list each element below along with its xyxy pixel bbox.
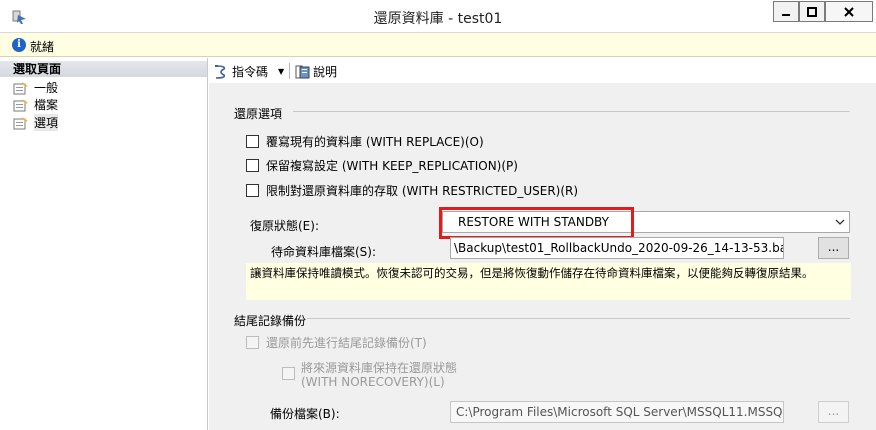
help-label: 說明 (313, 65, 338, 79)
option-label: 覆寫現有的資料庫 (WITH REPLACE)(O) (266, 135, 484, 149)
norecovery-checkbox[interactable] (282, 367, 295, 380)
highlight-annotation (439, 207, 634, 239)
sidebar-item-general[interactable]: 一般 (13, 79, 58, 96)
close-icon (844, 6, 854, 17)
sidebar-header: 選取頁面 (0, 61, 207, 77)
option-label: 保留複寫設定 (WITH KEEP_REPLICATION)(P) (266, 159, 518, 173)
page-selector: 選取頁面 一般 檔案 選項 (0, 58, 208, 430)
keep-replication-checkbox[interactable] (246, 159, 259, 172)
toolbar: 指令碼 ▼ 說明 (209, 58, 876, 83)
title-bar: 還原資料庫 - test01 (0, 0, 876, 33)
minimize-icon (782, 13, 790, 16)
help-icon (295, 65, 310, 78)
page-icon (13, 81, 28, 94)
close-button[interactable] (825, 1, 873, 22)
standby-file-input[interactable]: \Backup\test01_RollbackUndo_2020-09-26_1… (450, 237, 784, 259)
chevron-down-icon (835, 212, 845, 240)
restore-options-title: 還原選項 (234, 107, 283, 121)
maximize-icon (807, 6, 817, 17)
standby-browse-button[interactable]: ... (818, 237, 849, 259)
section-divider (307, 318, 850, 319)
option-with-replace[interactable]: 覆寫現有的資料庫 (WITH REPLACE)(O) (246, 133, 484, 150)
minimize-button[interactable] (773, 1, 799, 22)
recovery-description: 讓資料庫保持唯讀模式。恢復未認可的交易，但是將恢復動作儲存在待命資料庫檔案，以便… (246, 263, 851, 300)
info-icon: i (12, 38, 26, 52)
with-replace-checkbox[interactable] (246, 135, 259, 148)
script-button[interactable]: 指令碼 ▼ (213, 63, 284, 80)
backup-file-label: 備份檔案(B): (270, 407, 340, 421)
standby-file-label: 待命資料庫檔案(S): (271, 245, 377, 259)
sidebar-item-options[interactable]: 選項 (13, 114, 59, 131)
script-label: 指令碼 (232, 65, 269, 79)
tail-log-title: 結尾記錄備份 (234, 314, 307, 328)
dropdown-arrow-icon: ▼ (278, 67, 285, 76)
options-panel: 還原選項 覆寫現有的資料庫 (WITH REPLACE)(O) 保留複寫設定 (… (209, 83, 876, 430)
tail-log-checkbox[interactable] (246, 336, 259, 349)
sidebar-item-label: 選項 (34, 114, 59, 131)
option-keep-replication[interactable]: 保留複寫設定 (WITH KEEP_REPLICATION)(P) (246, 157, 518, 174)
help-button[interactable]: 說明 (295, 63, 337, 80)
option-tail-log-backup[interactable]: 還原前先進行結尾記錄備份(T) (246, 334, 427, 351)
sidebar-item-files[interactable]: 檔案 (13, 96, 58, 113)
norecovery-label-line1: 將來源資料庫保持在還原狀態 (301, 361, 458, 375)
window-title: 還原資料庫 - test01 (373, 11, 503, 27)
restricted-user-checkbox[interactable] (246, 184, 259, 197)
option-restricted-user[interactable]: 限制對還原資料庫的存取 (WITH RESTRICTED_USER)(R) (246, 182, 578, 199)
norecovery-label-line2: (WITH NORECOVERY)(L) (301, 375, 445, 389)
option-label: 還原前先進行結尾記錄備份(T) (266, 336, 427, 350)
page-icon (13, 116, 28, 129)
toolbar-separator (289, 63, 290, 79)
backup-file-input[interactable]: C:\Program Files\Microsoft SQL Server\MS… (450, 401, 784, 423)
sidebar-item-label: 檔案 (34, 98, 59, 112)
recovery-state-label: 復原狀態(E): (250, 219, 319, 233)
sidebar-item-label: 一般 (34, 81, 59, 95)
option-label: 限制對還原資料庫的存取 (WITH RESTRICTED_USER)(R) (266, 184, 579, 198)
page-icon (13, 98, 28, 111)
backup-browse-button[interactable]: ... (818, 401, 849, 423)
section-divider (293, 111, 850, 112)
status-bar: i 就緒 (0, 33, 876, 57)
maximize-button[interactable] (799, 1, 825, 22)
status-text: 就緒 (30, 40, 55, 54)
script-icon (215, 64, 226, 79)
